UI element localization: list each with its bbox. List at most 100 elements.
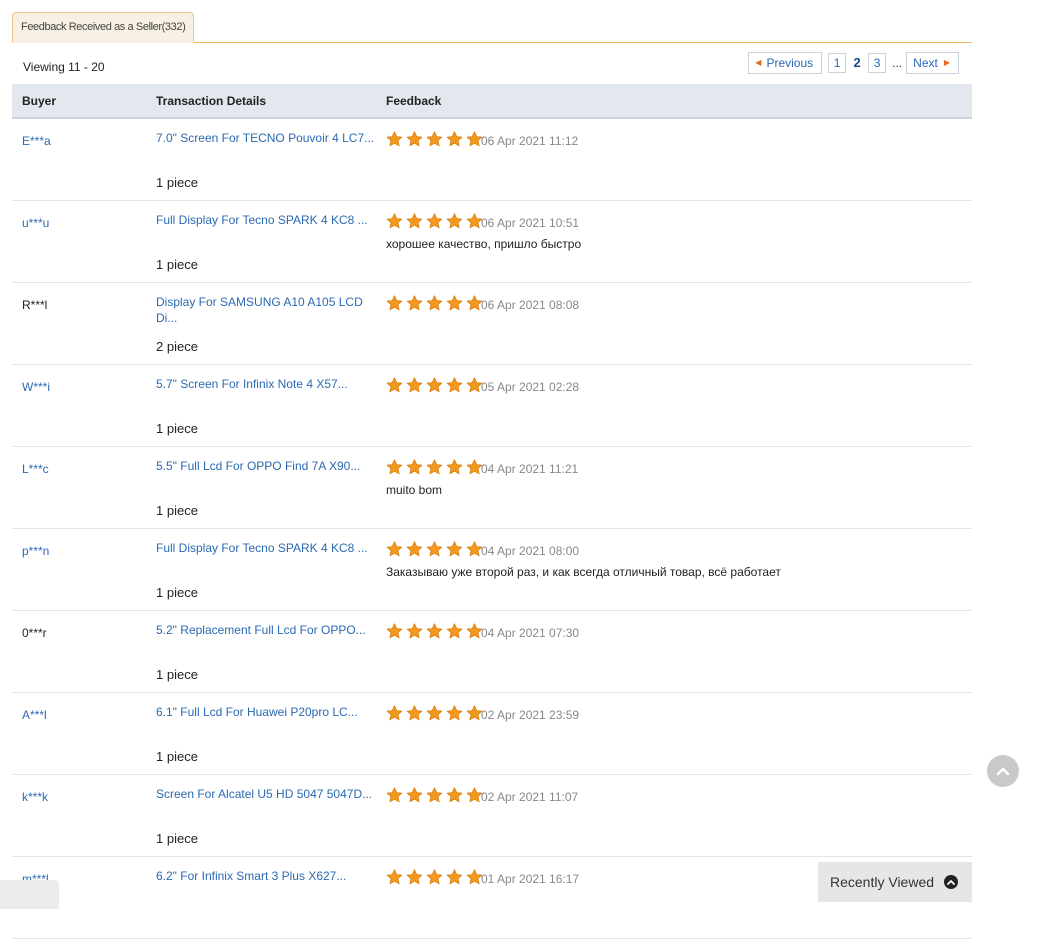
star-rating: [386, 131, 486, 147]
column-buyer: Buyer: [22, 94, 57, 108]
scroll-to-top-button[interactable]: [987, 755, 1019, 787]
star-rating: [386, 459, 486, 475]
feedback-row: E***a 7.0" Screen For TECNO Pouvoir 4 LC7…: [12, 119, 972, 201]
star-rating: [386, 623, 486, 639]
transaction-product-link[interactable]: 5.7" Screen For Infinix Note 4 X57...: [156, 376, 376, 392]
transaction-product-link[interactable]: 5.2" Replacement Full Lcd For OPPO...: [156, 622, 376, 638]
star-rating: [386, 541, 486, 557]
buyer-name[interactable]: A***l: [22, 708, 47, 722]
star-rating: [386, 787, 486, 803]
star-icon: [426, 295, 443, 311]
quantity: 1 piece: [156, 749, 198, 764]
buyer-name[interactable]: p***n: [22, 544, 49, 558]
buyer-name[interactable]: W***i: [22, 380, 50, 394]
feedback-date: 06 Apr 2021 08:08: [481, 298, 580, 312]
transaction-product-link[interactable]: 5.5" Full Lcd For OPPO Find 7A X90...: [156, 458, 376, 474]
star-icon: [386, 295, 403, 311]
next-label: Next: [913, 56, 938, 70]
feedback-date: 04 Apr 2021 08:00: [481, 544, 580, 558]
star-icon: [406, 295, 423, 311]
star-icon: [446, 295, 463, 311]
star-icon: [406, 787, 423, 803]
floating-side-tab[interactable]: [0, 880, 59, 909]
transaction-product-link[interactable]: Full Display For Tecno SPARK 4 KC8 ...: [156, 540, 376, 556]
recently-viewed-label: Recently Viewed: [830, 874, 935, 890]
star-icon: [386, 705, 403, 721]
feedback-date: 02 Apr 2021 23:59: [481, 708, 580, 722]
transaction-product-link[interactable]: 6.1" Full Lcd For Huawei P20pro LC...: [156, 704, 376, 720]
quantity: 1 piece: [156, 585, 198, 600]
buyer-name: R***l: [22, 298, 48, 312]
star-icon: [426, 541, 443, 557]
star-icon: [386, 787, 403, 803]
quantity: 2 piece: [156, 339, 198, 354]
star-icon: [386, 541, 403, 557]
recently-viewed-button[interactable]: Recently Viewed: [818, 862, 972, 902]
feedback-row: p***n Full Display For Tecno SPARK 4 KC8 …: [12, 529, 972, 611]
buyer-name[interactable]: E***a: [22, 134, 51, 148]
quantity: 1 piece: [156, 831, 198, 846]
star-icon: [446, 131, 463, 147]
star-icon: [426, 459, 443, 475]
buyer-name[interactable]: k***k: [22, 790, 48, 804]
tab-feedback-received[interactable]: Feedback Received as a Seller(332): [12, 12, 195, 43]
star-icon: [406, 541, 423, 557]
chevron-up-circle-icon: [944, 875, 959, 889]
star-icon: [446, 623, 463, 639]
buyer-name[interactable]: u***u: [22, 216, 49, 230]
feedback-row: W***i 5.7" Screen For Infinix Note 4 X57.…: [12, 365, 972, 447]
star-icon: [446, 459, 463, 475]
table-header: Buyer Transaction Details Feedback: [12, 84, 972, 119]
star-rating: [386, 869, 486, 885]
star-rating: [386, 295, 486, 311]
feedback-comment: muito bom: [386, 483, 443, 497]
chevron-up-icon: [996, 767, 1010, 776]
feedback-tabbar: Feedback Received as a Seller(332): [12, 12, 972, 43]
transaction-product-link[interactable]: 6.2" For Infinix Smart 3 Plus X627...: [156, 868, 376, 884]
feedback-row: u***u Full Display For Tecno SPARK 4 KC8 …: [12, 201, 972, 283]
feedback-date: 04 Apr 2021 07:30: [481, 626, 580, 640]
star-icon: [386, 131, 403, 147]
feedback-row: L***c 5.5" Full Lcd For OPPO Find 7A X90.…: [12, 447, 972, 529]
triangle-left-icon: ◀: [755, 58, 762, 67]
quantity: 1 piece: [156, 421, 198, 436]
column-feedback: Feedback: [386, 94, 442, 108]
viewing-range: Viewing 11 - 20: [23, 60, 105, 74]
transaction-product-link[interactable]: Display For SAMSUNG A10 A105 LCD Di...: [156, 294, 376, 326]
feedback-date: 05 Apr 2021 02:28: [481, 380, 580, 394]
buyer-name[interactable]: L***c: [22, 462, 49, 476]
transaction-product-link[interactable]: Full Display For Tecno SPARK 4 KC8 ...: [156, 212, 376, 228]
feedback-row: A***l 6.1" Full Lcd For Huawei P20pro LC.…: [12, 693, 972, 775]
next-page-button[interactable]: Next ▶: [906, 52, 959, 74]
column-transaction-details: Transaction Details: [156, 94, 267, 108]
feedback-date: 06 Apr 2021 11:12: [481, 134, 579, 148]
feedback-comment: Заказываю уже второй раз, и как всегда о…: [386, 565, 781, 579]
previous-page-button[interactable]: ◀ Previous: [748, 52, 823, 74]
feedback-date: 01 Apr 2021 16:17: [481, 872, 580, 886]
star-icon: [406, 377, 423, 393]
star-icon: [426, 869, 443, 885]
quantity: 1 piece: [156, 257, 198, 272]
star-icon: [406, 459, 423, 475]
star-icon: [426, 787, 443, 803]
feedback-date: 04 Apr 2021 11:21: [481, 462, 579, 476]
feedback-row: R***l Display For SAMSUNG A10 A105 LCD Di…: [12, 283, 972, 365]
star-icon: [406, 131, 423, 147]
star-icon: [386, 213, 403, 229]
feedback-row: 0***r 5.2" Replacement Full Lcd For OPPO.…: [12, 611, 972, 693]
quantity: 1 piece: [156, 503, 198, 518]
page-3-link[interactable]: 3: [868, 53, 887, 73]
star-icon: [406, 623, 423, 639]
quantity: 1 piece: [156, 175, 198, 190]
star-rating: [386, 213, 486, 229]
page-1-link[interactable]: 1: [828, 53, 847, 73]
star-icon: [446, 787, 463, 803]
feedback-row: k***k Screen For Alcatel U5 HD 5047 5047D…: [12, 775, 972, 857]
star-icon: [406, 213, 423, 229]
previous-label: Previous: [766, 56, 814, 70]
transaction-product-link[interactable]: Screen For Alcatel U5 HD 5047 5047D...: [156, 786, 376, 802]
pagination: ◀ Previous 1 2 3 ... Next ▶: [748, 52, 959, 74]
star-icon: [446, 869, 463, 885]
transaction-product-link[interactable]: 7.0" Screen For TECNO Pouvoir 4 LC7...: [156, 130, 376, 146]
star-icon: [426, 705, 443, 721]
